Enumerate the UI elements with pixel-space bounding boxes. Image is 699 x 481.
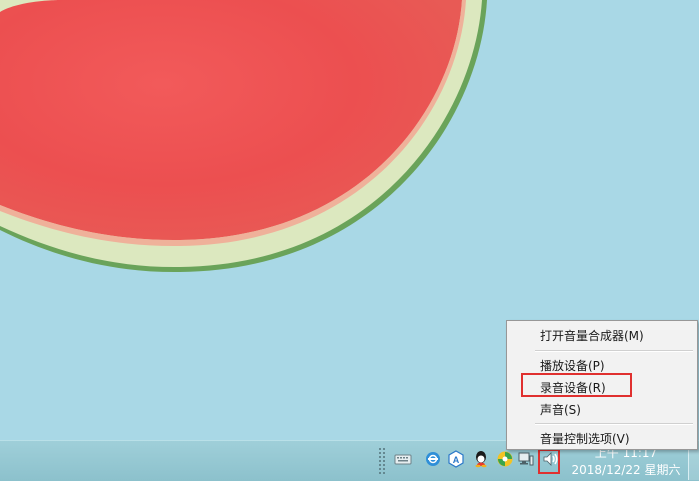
colorful-app-icon[interactable] [496, 449, 514, 469]
melon-flesh [0, 0, 462, 241]
menu-item-sounds[interactable]: 声音(S) [540, 403, 581, 417]
menu-separator [535, 423, 693, 425]
svg-text:A: A [453, 455, 460, 465]
browser-icon[interactable] [424, 449, 442, 469]
menu-item-volume-control-options[interactable]: 音量控制选项(V) [540, 432, 630, 446]
clock-date: 2018/12/22 星期六 [571, 463, 681, 477]
volume-icon-highlight [538, 449, 560, 474]
recording-devices-highlight [521, 373, 632, 397]
keyboard-icon[interactable] [394, 449, 412, 469]
menu-item-open-volume-mixer[interactable]: 打开音量合成器(M) [540, 329, 644, 343]
taskbar-grip[interactable] [378, 447, 386, 475]
app-a-icon[interactable]: A [447, 449, 465, 469]
network-icon[interactable] [517, 449, 535, 469]
menu-item-playback-devices[interactable]: 播放设备(P) [540, 359, 605, 373]
menu-separator [535, 350, 693, 352]
qq-icon[interactable] [472, 449, 490, 469]
